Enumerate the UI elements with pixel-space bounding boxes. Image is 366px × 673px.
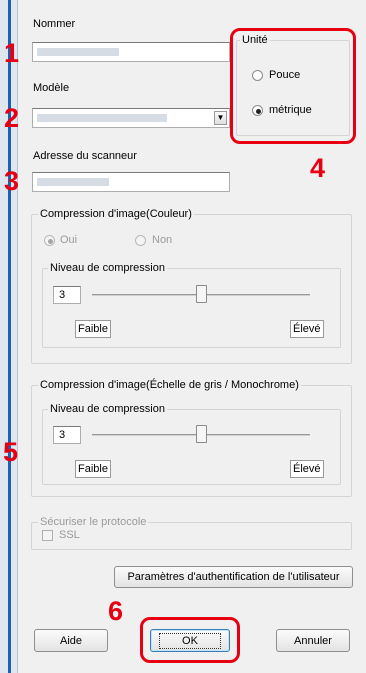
ssl-label: SSL xyxy=(59,529,80,541)
gray-level-value-field[interactable]: 3 xyxy=(53,426,81,444)
scanner-address-field[interactable] xyxy=(32,172,230,192)
gray-low-label: Faible xyxy=(75,460,111,478)
callout-3: 3 xyxy=(4,166,20,196)
gray-level-title: Niveau de compression xyxy=(48,403,167,415)
color-compression-yes-label: Oui xyxy=(60,234,78,246)
gray-compression-title: Compression d'image(Échelle de gris / Mo… xyxy=(38,379,301,391)
color-high-label: Élevé xyxy=(290,320,324,338)
user-auth-settings-button[interactable]: Paramètres d'authentification de l'utili… xyxy=(114,566,353,588)
gray-high-label: Élevé xyxy=(290,460,324,478)
callout-2: 2 xyxy=(4,103,20,133)
chevron-down-icon[interactable]: ▼ xyxy=(214,111,227,125)
model-select[interactable]: ▼ xyxy=(32,108,230,128)
color-level-value-field[interactable]: 3 xyxy=(53,286,81,304)
color-level-title: Niveau de compression xyxy=(48,262,167,274)
color-compression-no-radio[interactable] xyxy=(135,235,146,246)
callout-5: 5 xyxy=(3,437,19,467)
cancel-button[interactable]: Annuler xyxy=(276,629,350,652)
callout-6: 6 xyxy=(108,596,124,626)
left-window-edge xyxy=(0,0,18,673)
name-label: Nommer xyxy=(33,18,76,30)
secure-protocol-title: Sécuriser le protocole xyxy=(38,516,149,528)
model-label: Modèle xyxy=(33,82,70,94)
color-compression-no-label: Non xyxy=(152,234,173,246)
color-compression-title: Compression d'image(Couleur) xyxy=(38,208,194,220)
ssl-checkbox[interactable] xyxy=(42,530,53,541)
callout-unit-frame xyxy=(230,28,356,144)
scanner-address-label: Adresse du scanneur xyxy=(33,150,137,162)
callout-ok-frame xyxy=(140,617,240,663)
help-button[interactable]: Aide xyxy=(34,629,108,652)
color-low-label: Faible xyxy=(75,320,111,338)
color-level-slider-thumb[interactable] xyxy=(195,285,207,303)
callout-4: 4 xyxy=(310,153,326,183)
name-field[interactable] xyxy=(32,42,230,62)
color-compression-yes-radio[interactable] xyxy=(44,235,55,246)
gray-level-slider-thumb[interactable] xyxy=(195,425,207,443)
callout-1: 1 xyxy=(4,38,20,68)
